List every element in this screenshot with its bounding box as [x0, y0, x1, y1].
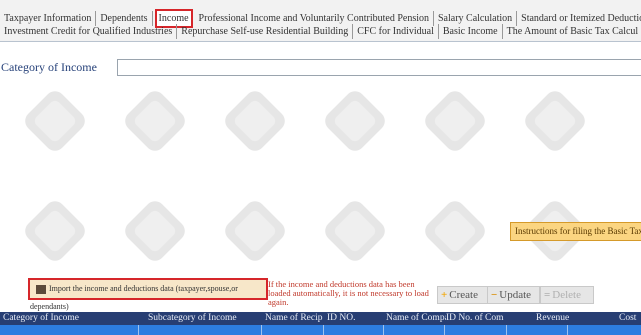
income-table: Category of Income Subcategory of Income… — [0, 312, 641, 335]
emblem-watermark-icon — [25, 201, 85, 261]
column-header-recipient-name[interactable]: Name of Recip — [265, 312, 325, 325]
tab-basic-tax-calculation[interactable]: The Amount of Basic Tax Calcul — [503, 24, 641, 39]
column-divider — [506, 325, 507, 335]
emblem-watermark-icon — [325, 201, 385, 261]
emblem-watermark-icon — [225, 201, 285, 261]
emblem-watermark-icon — [525, 91, 585, 151]
column-divider — [323, 325, 324, 335]
tab-repurchase-residential[interactable]: Repurchase Self-use Residential Building — [177, 24, 354, 39]
column-header-company-id[interactable]: ID No. of Com — [446, 312, 510, 325]
column-divider — [138, 325, 139, 335]
emblem-watermark-icon — [125, 91, 185, 151]
delete-icon: = — [544, 289, 551, 301]
delete-button[interactable]: = Delete — [540, 286, 594, 304]
column-divider — [444, 325, 445, 335]
delete-label: Delete — [552, 289, 581, 301]
watermark-area — [0, 78, 641, 276]
column-header-id-no[interactable]: ID NO. — [327, 312, 387, 325]
emblem-watermark-icon — [225, 91, 285, 151]
column-divider — [383, 325, 384, 335]
column-divider — [261, 325, 262, 335]
create-label: Create — [449, 289, 478, 301]
category-label: Category of Income — [1, 60, 97, 74]
emblem-watermark-icon — [425, 91, 485, 151]
tab-row-2: Investment Credit for Qualified Industri… — [0, 24, 641, 43]
tab-investment-credit[interactable]: Investment Credit for Qualified Industri… — [0, 24, 178, 39]
column-header-revenue[interactable]: Revenue — [536, 312, 576, 325]
column-header-subcategory[interactable]: Subcategory of Income — [148, 312, 263, 325]
column-header-category[interactable]: Category of Income — [3, 312, 113, 325]
minus-icon: − — [491, 289, 498, 301]
category-bar: Category of Income — [0, 58, 641, 76]
update-label: Update — [499, 289, 532, 301]
emblem-watermark-icon — [425, 201, 485, 261]
plus-icon: + — [441, 289, 448, 301]
table-row[interactable] — [0, 325, 641, 335]
category-field[interactable] — [117, 59, 641, 76]
table-header: Category of Income Subcategory of Income… — [0, 312, 641, 325]
import-data-label: Import the income and deductions data (t… — [30, 284, 238, 311]
column-header-cost[interactable]: Cost — [619, 312, 641, 325]
import-data-button[interactable]: Import the income and deductions data (t… — [28, 278, 268, 311]
emblem-watermark-icon — [125, 201, 185, 261]
column-divider — [567, 325, 568, 335]
auto-load-note: If the income and deductions data has be… — [268, 279, 429, 307]
tab-basic-income[interactable]: Basic Income — [439, 24, 503, 39]
column-header-company-name[interactable]: Name of Compa — [386, 312, 446, 325]
update-button[interactable]: − Update — [487, 286, 540, 304]
emblem-watermark-icon — [325, 91, 385, 151]
tab-cfc-individual[interactable]: CFC for Individual — [353, 24, 439, 39]
tab-bar: Taxpayer Information Dependents Income Prof… — [0, 0, 641, 42]
emblem-watermark-icon — [25, 91, 85, 151]
create-button[interactable]: + Create — [437, 286, 488, 304]
import-icon — [36, 284, 46, 294]
instructions-basic-tax-button[interactable]: Instructions for filing the Basic Tax — [510, 222, 641, 241]
